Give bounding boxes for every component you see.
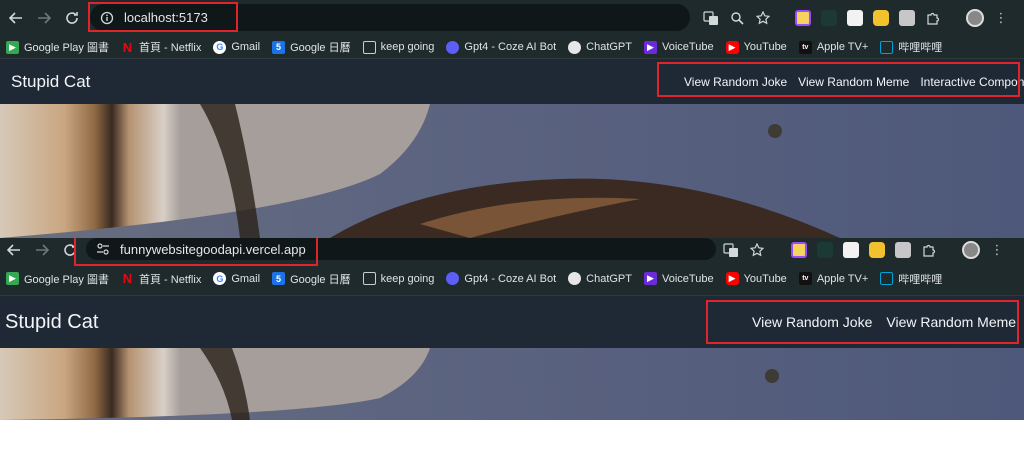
forward-arrow-icon[interactable]	[30, 4, 58, 32]
google-calendar-icon: 5	[272, 272, 286, 285]
browser-window-vercel: funnywebsitegoodapi.vercel.app ⋮ ▶Googl	[0, 238, 1024, 420]
nav-link-interactive-component[interactable]: Interactive Component	[920, 75, 1024, 89]
browser-toolbar: funnywebsitegoodapi.vercel.app ⋮	[0, 238, 1024, 266]
bookmark-gmail[interactable]: G Gmail	[213, 40, 260, 54]
bookmark-keep-going[interactable]: keep going	[362, 272, 434, 285]
back-arrow-icon[interactable]	[0, 238, 28, 262]
voicetube-icon: ▶	[644, 272, 657, 285]
bookmark-voicetube[interactable]: ▶ VoiceTube	[644, 272, 714, 285]
chatgpt-icon	[568, 272, 582, 285]
bookmark-chatgpt[interactable]: ChatGPT	[568, 40, 632, 54]
app-navbar: Stupid Cat View Random Joke View Random …	[0, 59, 1024, 104]
nav-link-random-joke[interactable]: View Random Joke	[752, 314, 872, 330]
extension-color-icon[interactable]	[791, 6, 815, 30]
reload-icon[interactable]	[58, 4, 86, 32]
nav-link-random-joke[interactable]: View Random Joke	[684, 75, 787, 89]
browser-toolbar: localhost:5173 ⋮	[0, 0, 1024, 36]
netflix-icon: N	[120, 271, 134, 286]
forward-arrow-icon[interactable]	[28, 238, 56, 262]
avatar[interactable]	[963, 6, 987, 30]
back-arrow-icon[interactable]	[2, 4, 30, 32]
apple-tv-icon: tv	[798, 272, 812, 285]
netflix-icon: N	[120, 39, 134, 55]
bookmark-netflix[interactable]: N 首頁 - Netflix	[120, 271, 201, 287]
app-navbar: Stupid Cat View Random Joke View Random …	[0, 296, 1024, 348]
hero-cat-image	[0, 104, 1024, 238]
bookmark-google-calendar[interactable]: 5 Google 日曆	[272, 271, 351, 287]
bilibili-icon	[880, 40, 894, 54]
reload-icon[interactable]	[56, 238, 84, 262]
bookmark-keep-going[interactable]: keep going	[362, 40, 434, 54]
extension-yellow-icon[interactable]	[869, 6, 893, 30]
bookmark-youtube[interactable]: ▶ YouTube	[725, 40, 787, 54]
app-brand-title[interactable]: Stupid Cat	[11, 72, 90, 92]
coze-icon	[446, 40, 460, 54]
extension-color-icon[interactable]	[787, 238, 811, 262]
hero-cat-image	[0, 348, 1024, 420]
nav-link-random-meme[interactable]: View Random Meme	[798, 75, 909, 89]
menu-dots-icon[interactable]: ⋮	[985, 238, 1009, 262]
voicetube-icon: ▶	[644, 40, 657, 54]
camera-icon[interactable]	[895, 6, 919, 30]
translate-icon[interactable]	[699, 6, 723, 30]
bookmark-youtube[interactable]: ▶ YouTube	[725, 272, 787, 285]
bookmarks-bar: ▶ Google Play 圖書 N 首頁 - Netflix G Gmail 5 Go…	[0, 262, 1024, 296]
bookmark-google-calendar[interactable]: 5 Google 日曆	[272, 39, 351, 55]
bookmark-google-play[interactable]: ▶ Google Play 圖書	[6, 271, 109, 287]
extensions-puzzle-icon[interactable]	[921, 6, 945, 30]
google-play-icon: ▶	[6, 272, 19, 285]
browser-window-localhost: localhost:5173 ⋮ ▶ Google Play 圖書 N 首頁 -…	[0, 0, 1024, 238]
toolbar-actions: ⋮	[698, 0, 1014, 36]
folder-icon	[362, 272, 376, 285]
app-nav-links: View Random Joke View Random Meme	[752, 296, 1016, 348]
apple-tv-icon: tv	[798, 40, 812, 54]
extension-green-icon[interactable]	[813, 238, 837, 262]
url-text[interactable]: localhost:5173	[124, 10, 208, 25]
bookmark-google-play[interactable]: ▶ Google Play 圖書	[6, 39, 109, 55]
chatgpt-icon	[568, 40, 582, 54]
google-calendar-icon: 5	[272, 40, 286, 54]
bookmark-apple-tv[interactable]: tv Apple TV+	[798, 272, 868, 285]
app-nav-links: View Random Joke View Random Meme Intera…	[684, 59, 1024, 104]
bookmark-star-icon[interactable]	[751, 6, 775, 30]
address-bar[interactable]: funnywebsitegoodapi.vercel.app	[86, 238, 716, 260]
extension-green-icon[interactable]	[817, 6, 841, 30]
bookmark-voicetube[interactable]: ▶ VoiceTube	[644, 40, 714, 54]
coze-icon	[446, 272, 460, 285]
camera-icon[interactable]	[891, 238, 915, 262]
bookmark-coze[interactable]: Gpt4 - Coze AI Bot	[446, 272, 556, 285]
google-icon: G	[213, 272, 227, 285]
zoom-icon[interactable]	[725, 6, 749, 30]
address-bar[interactable]: localhost:5173	[90, 4, 690, 31]
toolbar-actions: ⋮	[718, 238, 1010, 262]
avatar[interactable]	[959, 238, 983, 262]
bookmarks-bar: ▶ Google Play 圖書 N 首頁 - Netflix G Gmail 5 Go…	[0, 36, 1024, 59]
bookmark-bilibili[interactable]: 哔哩哔哩	[880, 39, 942, 55]
youtube-icon: ▶	[725, 272, 739, 285]
bookmark-bilibili[interactable]: 哔哩哔哩	[880, 271, 942, 287]
google-icon: G	[213, 40, 227, 54]
url-text[interactable]: funnywebsitegoodapi.vercel.app	[120, 242, 306, 257]
bookmark-apple-tv[interactable]: tv Apple TV+	[798, 40, 868, 54]
google-play-icon: ▶	[6, 40, 19, 54]
bookmark-star-icon[interactable]	[745, 238, 769, 262]
bookmark-gmail[interactable]: G Gmail	[213, 272, 260, 285]
extension-send-icon[interactable]	[839, 238, 863, 262]
folder-icon	[362, 40, 376, 54]
extensions-puzzle-icon[interactable]	[917, 238, 941, 262]
menu-dots-icon[interactable]: ⋮	[989, 6, 1013, 30]
bilibili-icon	[880, 272, 894, 285]
extension-yellow-icon[interactable]	[865, 238, 889, 262]
app-brand-title[interactable]: Stupid Cat	[5, 311, 98, 334]
bookmark-chatgpt[interactable]: ChatGPT	[568, 272, 632, 285]
site-info-icon[interactable]	[96, 7, 118, 29]
translate-icon[interactable]	[719, 238, 743, 262]
site-settings-icon[interactable]	[92, 238, 114, 260]
extension-send-icon[interactable]	[843, 6, 867, 30]
bookmark-netflix[interactable]: N 首頁 - Netflix	[120, 39, 201, 55]
nav-link-random-meme[interactable]: View Random Meme	[886, 314, 1016, 330]
youtube-icon: ▶	[725, 40, 739, 54]
bookmark-coze[interactable]: Gpt4 - Coze AI Bot	[446, 40, 556, 54]
